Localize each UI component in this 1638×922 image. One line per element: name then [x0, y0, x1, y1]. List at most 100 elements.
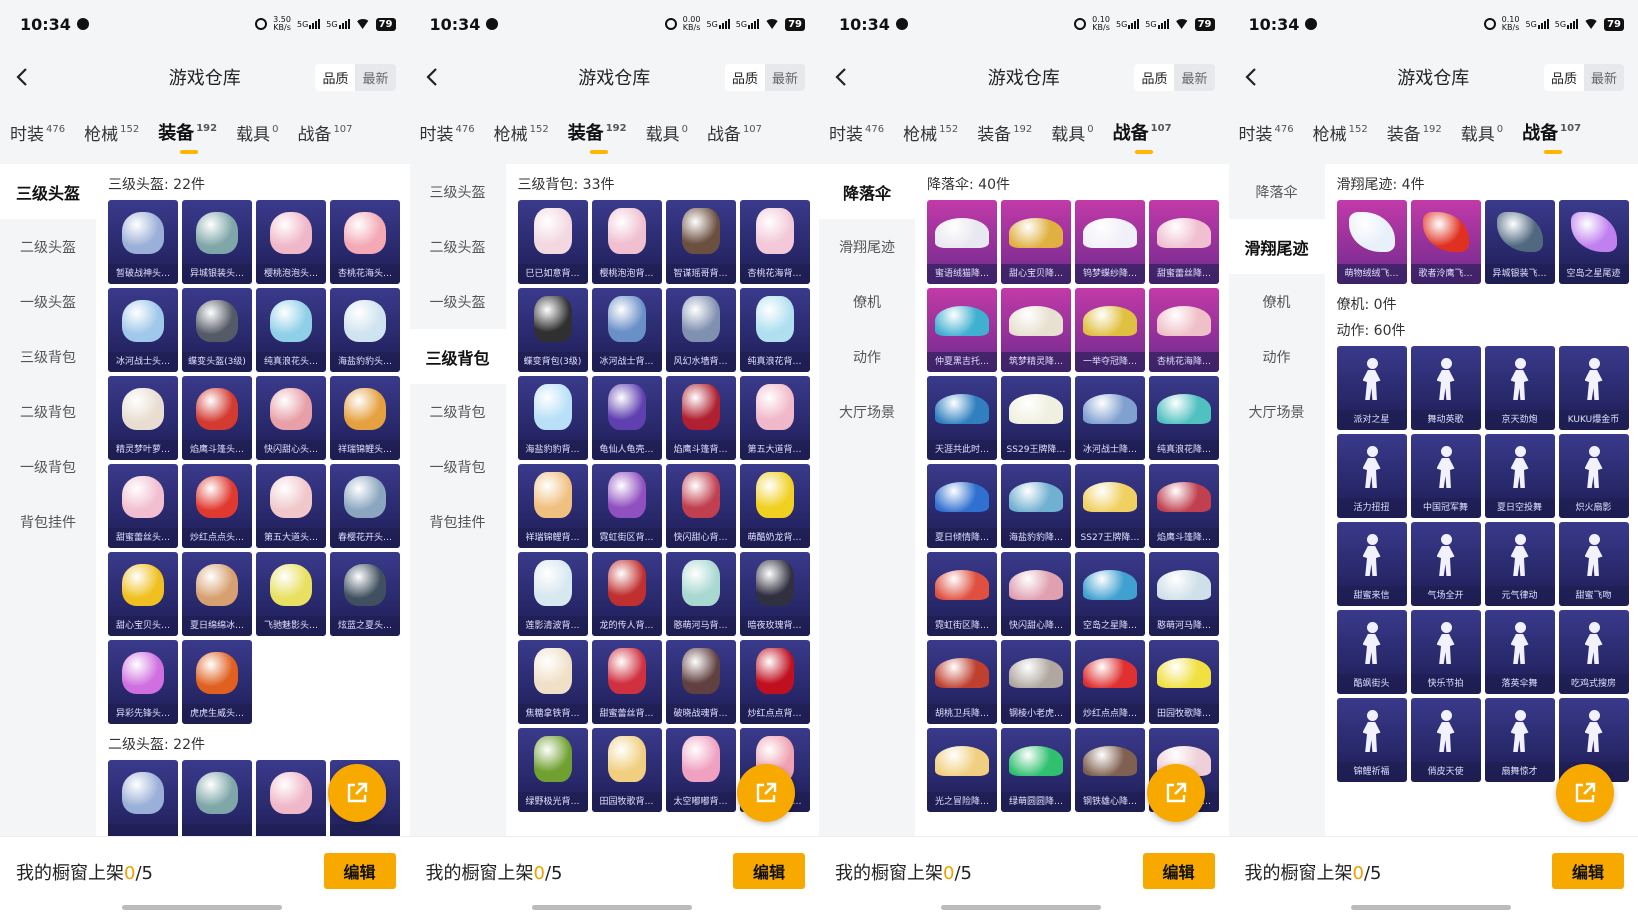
item-card[interactable]: 炒红点点降… — [1075, 640, 1145, 724]
sidebar-item[interactable]: 三级头盔 — [0, 164, 96, 219]
sidebar-item[interactable]: 滑翔尾迹 — [819, 219, 915, 274]
item-card[interactable]: 扇舞惊才 — [1484, 698, 1555, 782]
item-card[interactable]: 空岛之星尾迹 — [1558, 200, 1629, 284]
tab-0[interactable]: 时装 476 — [10, 120, 65, 145]
item-card[interactable]: 钢铁雄心降… — [1075, 728, 1145, 812]
tab-4[interactable]: 战备 107 — [707, 120, 762, 145]
item-card[interactable]: 莲影清波背… — [517, 552, 588, 636]
sidebar-item[interactable]: 二级头盔 — [410, 219, 506, 274]
sidebar-item[interactable]: 二级头盔 — [0, 219, 96, 274]
sidebar-item[interactable]: 背包挂件 — [0, 494, 96, 549]
item-card[interactable]: 飞驰魅影头… — [256, 552, 326, 636]
item-card[interactable]: 暂破战神头… — [108, 200, 178, 284]
item-card[interactable] — [108, 760, 178, 836]
sort-latest-button[interactable]: 最新 — [355, 64, 395, 91]
tab-1[interactable]: 枪械 152 — [1313, 120, 1368, 145]
item-card[interactable]: 绿萌圆圆降… — [1001, 728, 1071, 812]
item-card[interactable]: 快乐节拍 — [1410, 610, 1481, 694]
item-card[interactable]: 龟仙人龟壳… — [591, 376, 662, 460]
item-card[interactable]: 夏日倾情降… — [927, 464, 997, 548]
item-card[interactable]: 风幻水墙背… — [665, 288, 736, 372]
item-card[interactable]: 纯真浪花降… — [1149, 376, 1219, 460]
sidebar-item[interactable]: 降落伞 — [1229, 164, 1325, 219]
item-card[interactable]: 焰鹰斗篷背… — [665, 376, 736, 460]
item-card[interactable]: 春樱花开头… — [330, 464, 400, 548]
item-card[interactable]: 甜蜜蕾丝降… — [1149, 200, 1219, 284]
edit-button[interactable]: 编辑 — [1552, 853, 1624, 889]
item-card[interactable]: 憨萌河马背… — [665, 552, 736, 636]
item-card[interactable]: 祥瑞锦鲤头… — [330, 376, 400, 460]
item-card[interactable]: 祥瑞锦鲤背… — [517, 464, 588, 548]
item-card[interactable]: 破晓战魂背… — [665, 640, 736, 724]
item-card[interactable]: 龙的传人背… — [591, 552, 662, 636]
item-card[interactable]: 甜蜜来信 — [1336, 522, 1407, 606]
item-card[interactable]: 绿野极光背… — [517, 728, 588, 812]
item-card[interactable]: SS27王牌降… — [1075, 464, 1145, 548]
item-card[interactable]: 第五大道头… — [256, 464, 326, 548]
item-card[interactable]: 锦鲤祈福 — [1336, 698, 1407, 782]
tab-1[interactable]: 枪械 152 — [903, 120, 958, 145]
item-card[interactable] — [256, 760, 326, 836]
item-card[interactable]: 异城银装头… — [182, 200, 252, 284]
item-card[interactable]: 炽火扇影 — [1558, 434, 1629, 518]
item-card[interactable]: 异彩先锋头… — [108, 640, 178, 724]
sidebar-item[interactable]: 一级背包 — [410, 439, 506, 494]
item-card[interactable]: 甜蜜飞吻 — [1558, 522, 1629, 606]
item-card[interactable]: 樱桃泡泡头… — [256, 200, 326, 284]
item-card[interactable]: 冰河战士头… — [108, 288, 178, 372]
item-card[interactable]: 冰河战士背… — [591, 288, 662, 372]
item-card[interactable]: 智谋瑶哥背… — [665, 200, 736, 284]
item-card[interactable]: 炫蓝之夏头… — [330, 552, 400, 636]
sidebar-item[interactable]: 降落伞 — [819, 164, 915, 219]
item-card[interactable]: 甜蜜蕾丝头… — [108, 464, 178, 548]
sidebar-item[interactable]: 三级头盔 — [410, 164, 506, 219]
sidebar-item[interactable]: 背包挂件 — [410, 494, 506, 549]
item-card[interactable]: 吃鸡式搜房 — [1558, 610, 1629, 694]
item-card[interactable]: 俏皮天使 — [1410, 698, 1481, 782]
back-icon[interactable] — [1241, 66, 1263, 88]
item-card[interactable]: 炒红点点背… — [739, 640, 810, 724]
sidebar-item[interactable]: 一级头盔 — [0, 274, 96, 329]
item-card[interactable]: 杏桃花海降… — [1149, 288, 1219, 372]
item-card[interactable]: 快闪甜心头… — [256, 376, 326, 460]
item-card[interactable]: 仲夏黑吉托… — [927, 288, 997, 372]
item-card[interactable]: 萌酷奶龙背… — [739, 464, 810, 548]
sidebar-item[interactable]: 僚机 — [819, 274, 915, 329]
sort-quality-button[interactable]: 品质 — [315, 64, 356, 91]
tab-2[interactable]: 装备 192 — [158, 119, 217, 154]
item-card[interactable]: 海盐豹豹头… — [330, 288, 400, 372]
tab-4[interactable]: 战备 107 — [297, 120, 352, 145]
item-card[interactable]: 一举夺冠降… — [1075, 288, 1145, 372]
item-card[interactable]: 活力扭扭 — [1336, 434, 1407, 518]
item-card[interactable]: 元气律动 — [1484, 522, 1555, 606]
sidebar-item[interactable]: 一级背包 — [0, 439, 96, 494]
back-icon[interactable] — [831, 66, 853, 88]
item-card[interactable]: 天涯共此时… — [927, 376, 997, 460]
item-card[interactable]: 海盐豹豹背… — [517, 376, 588, 460]
item-card[interactable]: 钨梦蝶纱降… — [1075, 200, 1145, 284]
item-card[interactable]: 田园牧歌降… — [1149, 640, 1219, 724]
item-card[interactable]: 甜心宝贝头… — [108, 552, 178, 636]
item-card[interactable]: 京天劲炮 — [1484, 346, 1555, 430]
item-card[interactable]: 霓虹街区降… — [927, 552, 997, 636]
item-card[interactable]: 蜜语绒猫降… — [927, 200, 997, 284]
tab-4[interactable]: 战备 107 — [1113, 119, 1172, 154]
sidebar-item[interactable]: 三级背包 — [0, 329, 96, 384]
item-card[interactable]: 舞动英歌 — [1410, 346, 1481, 430]
back-icon[interactable] — [422, 66, 444, 88]
tab-2[interactable]: 装备 192 — [1387, 120, 1442, 145]
sidebar-item[interactable]: 二级背包 — [410, 384, 506, 439]
tab-3[interactable]: 载具 0 — [1461, 120, 1503, 145]
item-card[interactable]: 钢棱小老虎… — [1001, 640, 1071, 724]
edit-button[interactable]: 编辑 — [323, 853, 396, 889]
tab-2[interactable]: 装备 192 — [568, 119, 627, 154]
sidebar-item[interactable]: 大厅场景 — [819, 384, 915, 439]
sidebar-item[interactable]: 动作 — [1229, 329, 1325, 384]
item-card[interactable]: 太空嘟嘟背… — [665, 728, 736, 812]
item-card[interactable]: 霓虹街区背… — [591, 464, 662, 548]
tab-3[interactable]: 载具 0 — [236, 120, 278, 145]
tab-1[interactable]: 枪械 152 — [494, 120, 549, 145]
tab-0[interactable]: 时装 476 — [420, 120, 475, 145]
share-button[interactable] — [1556, 764, 1614, 822]
item-card[interactable]: 快闪甜心背… — [665, 464, 736, 548]
